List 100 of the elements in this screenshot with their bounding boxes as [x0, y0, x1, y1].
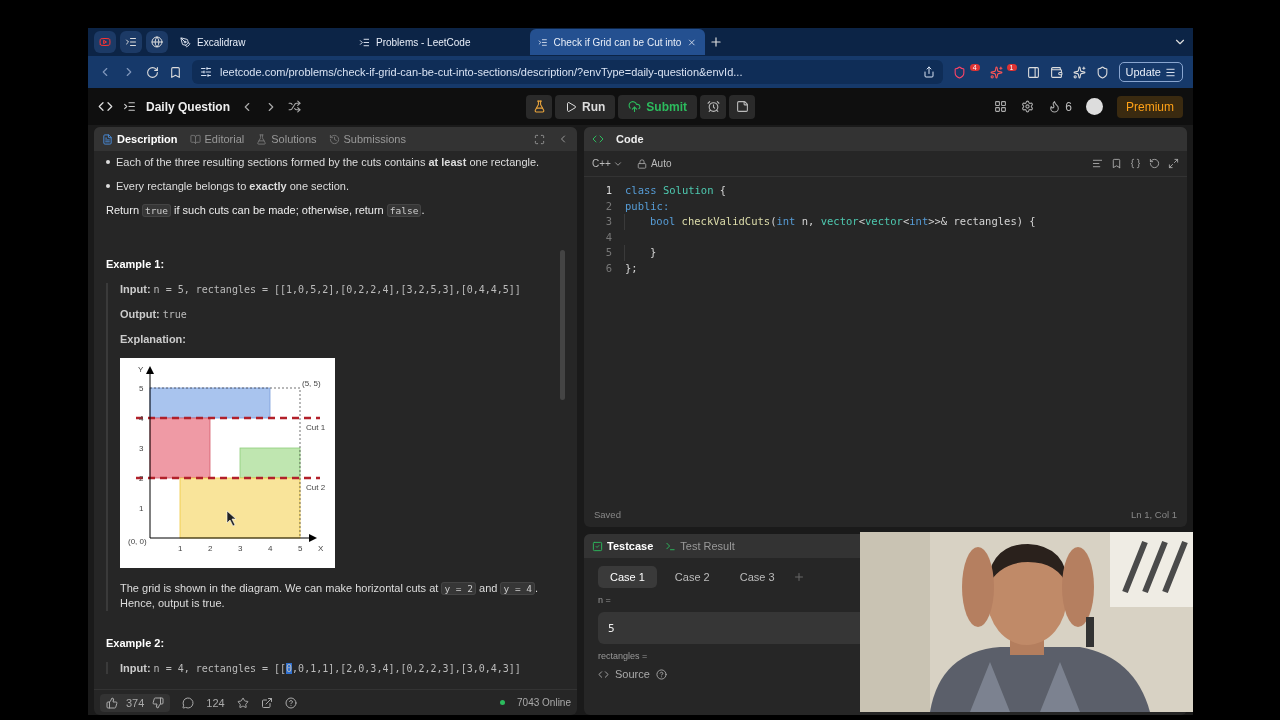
- like-count: 374: [126, 696, 145, 709]
- maximize-icon[interactable]: [534, 133, 545, 145]
- address-field[interactable]: leetcode.com/problems/check-if-grid-can-be-cut-into-sections/description/?envType=daily-question&envId...: [192, 60, 943, 84]
- reload-icon[interactable]: [146, 65, 159, 79]
- reset-icon[interactable]: [1149, 158, 1160, 169]
- timer-button[interactable]: [700, 94, 726, 119]
- upload-icon: [628, 100, 642, 113]
- help-icon[interactable]: [655, 668, 667, 680]
- like-icon[interactable]: [106, 696, 118, 709]
- panel-tab[interactable]: Testcase: [592, 540, 654, 552]
- browser-tab[interactable]: Problems - LeetCode: [351, 29, 526, 55]
- line-number: 4: [604, 229, 612, 245]
- code-line: };: [624, 260, 638, 276]
- code-line: }: [624, 245, 657, 261]
- bullet-text: Each of the three resulting sections formed by the cuts contains at least one rectangle.: [116, 155, 540, 169]
- panel-tab[interactable]: Description: [102, 133, 178, 145]
- braces-icon[interactable]: [1130, 158, 1141, 169]
- site-settings-icon[interactable]: [200, 66, 212, 78]
- parameter-label: n =: [598, 595, 612, 605]
- wallet-icon[interactable]: [1049, 65, 1063, 79]
- comment-icon[interactable]: [182, 696, 195, 709]
- bullet-dot: [106, 184, 110, 188]
- parameter-label: rectangles =: [598, 651, 649, 661]
- tick-label: 3: [139, 444, 144, 453]
- explanation-label: Explanation:: [120, 333, 186, 345]
- flame-icon[interactable]: [1048, 100, 1062, 113]
- panel-tab[interactable]: Submissions: [328, 133, 406, 145]
- video-icon: [99, 36, 111, 48]
- axis-label: Y: [138, 365, 144, 374]
- comment-count: 124: [206, 696, 225, 709]
- pinned-tab[interactable]: [146, 31, 168, 53]
- close-icon[interactable]: [687, 36, 697, 48]
- list-icon[interactable]: [123, 100, 136, 113]
- new-tab-icon[interactable]: [709, 35, 723, 49]
- pinned-tab[interactable]: [120, 31, 142, 53]
- problem-list-title[interactable]: Daily Question: [146, 99, 231, 114]
- cut-label: Cut 2: [306, 483, 326, 492]
- streak-count: 6: [1065, 99, 1072, 114]
- language-select[interactable]: C++: [592, 158, 611, 169]
- note-icon: [735, 100, 749, 113]
- panel-title: Code: [616, 133, 644, 145]
- share-icon[interactable]: [260, 696, 273, 709]
- source-icon[interactable]: [598, 668, 609, 680]
- bookmark-icon[interactable]: [169, 65, 182, 79]
- sparkle-icon[interactable]: [1072, 65, 1086, 79]
- case-tab[interactable]: Case 3: [727, 566, 787, 588]
- cursor-icon: [226, 510, 237, 527]
- debug-button[interactable]: [526, 94, 552, 119]
- cut-label: Cut 1: [306, 423, 326, 432]
- tick-label: 2: [139, 474, 144, 483]
- shield-icon[interactable]: [1095, 65, 1109, 79]
- terminal-icon: [665, 540, 677, 552]
- shuffle-icon[interactable]: [288, 100, 302, 113]
- submit-button[interactable]: Submit: [618, 94, 697, 119]
- share-icon[interactable]: [922, 66, 935, 78]
- premium-button[interactable]: Premium: [1117, 95, 1183, 118]
- star-icon[interactable]: [236, 696, 249, 709]
- example-title: Example 2:: [106, 637, 166, 649]
- grid-icon[interactable]: [994, 100, 1008, 113]
- update-button[interactable]: Update: [1118, 62, 1183, 82]
- case-tab[interactable]: Case 2: [662, 566, 722, 588]
- document-icon: [102, 133, 113, 145]
- pen-icon: [180, 36, 191, 48]
- example-title: Example 1:: [106, 258, 166, 270]
- shield-icon[interactable]: [952, 65, 966, 79]
- output-example-text: Output: true: [120, 308, 187, 320]
- alarm-clock-icon: [706, 100, 720, 113]
- line-number: 5: [604, 245, 612, 260]
- notes-button[interactable]: [729, 94, 755, 119]
- flask-icon: [256, 133, 268, 145]
- browser-tab[interactable]: Excalidraw: [172, 29, 347, 55]
- avatar[interactable]: [1086, 98, 1103, 115]
- parameter-field[interactable]: 5: [598, 612, 860, 644]
- panel-tab[interactable]: Solutions: [256, 133, 317, 145]
- help-icon[interactable]: [284, 696, 297, 709]
- book-icon: [189, 133, 201, 145]
- run-button[interactable]: Run: [555, 94, 616, 119]
- line-number: 3: [604, 214, 612, 229]
- tick-label: 4: [268, 544, 273, 553]
- sidebar-icon[interactable]: [1026, 65, 1040, 79]
- status-dot: [500, 700, 506, 705]
- bookmark-icon[interactable]: [1111, 158, 1122, 169]
- list-icon: [125, 36, 137, 48]
- source-link[interactable]: Source: [615, 668, 650, 680]
- browser-tab[interactable]: Check if Grid can be Cut into: [530, 29, 705, 55]
- checkbox-icon: [592, 540, 603, 552]
- tick-label: 1: [178, 544, 183, 553]
- bullet-text: Every rectangle belongs to exactly one section.: [116, 179, 349, 193]
- format-icon[interactable]: [1092, 158, 1103, 169]
- dislike-icon[interactable]: [152, 696, 165, 709]
- lock-icon[interactable]: [636, 158, 647, 169]
- alert-icon[interactable]: [989, 65, 1003, 79]
- panel-tab[interactable]: Test Result: [665, 540, 735, 552]
- panel-tab[interactable]: Editorial: [189, 133, 245, 145]
- code-line: public:: [624, 198, 670, 214]
- case-tab[interactable]: Case 1: [598, 566, 657, 588]
- coordinate-label: (5, 5): [302, 379, 321, 388]
- online-count: 7043 Online: [517, 697, 571, 708]
- expand-icon[interactable]: [1168, 158, 1179, 169]
- settings-icon[interactable]: [1021, 100, 1035, 113]
